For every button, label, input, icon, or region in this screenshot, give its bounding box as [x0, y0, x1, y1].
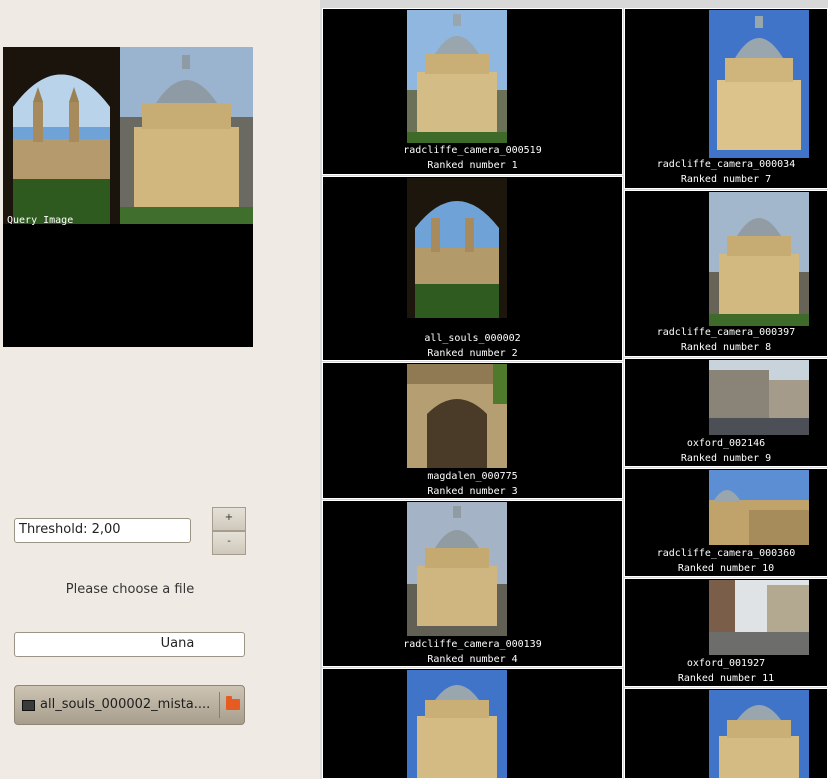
file-icon	[22, 700, 35, 711]
result-name: magdalen_000775	[427, 471, 518, 482]
result-tile[interactable]: all_souls_000002 Ranked number 2	[322, 176, 623, 361]
result-tile[interactable]	[624, 688, 828, 779]
result-rank: Ranked number 11	[677, 673, 775, 684]
result-thumbnail	[407, 178, 507, 318]
choose-file-label: Please choose a file	[65, 582, 195, 597]
result-name: radcliffe_camera_000519	[403, 145, 542, 156]
result-thumbnail	[709, 580, 809, 655]
file-chooser-separator	[219, 692, 220, 718]
result-tile[interactable]: radcliffe_camera_000360 Ranked number 10	[624, 468, 828, 577]
result-tile[interactable]: oxford_002146 Ranked number 9	[624, 358, 828, 467]
folder-open-icon	[226, 696, 240, 710]
decrease-threshold-button[interactable]: -	[212, 531, 246, 555]
result-name: oxford_002146	[686, 438, 766, 449]
result-tile[interactable]: radcliffe_camera_000139 Ranked number 4	[322, 500, 623, 667]
result-tile[interactable]: radcliffe_camera_000519 Ranked number 1	[322, 8, 623, 175]
threshold-field[interactable]: Threshold: 2,00	[14, 518, 191, 543]
result-rank: Ranked number 7	[680, 174, 772, 185]
file-chooser-button[interactable]: all_souls_000002_mista....	[14, 685, 245, 725]
query-image-radcliffe	[120, 47, 253, 224]
result-rank: Ranked number 10	[677, 563, 775, 574]
result-thumbnail	[407, 502, 507, 636]
result-name: all_souls_000002	[424, 333, 521, 344]
query-image-label: Query Image	[7, 215, 74, 226]
result-thumbnail	[709, 192, 809, 326]
name-field[interactable]: Uana	[14, 632, 245, 657]
result-rank: Ranked number 3	[427, 486, 518, 497]
result-tile[interactable]: oxford_001927 Ranked number 11	[624, 578, 828, 687]
result-rank: Ranked number 1	[427, 160, 518, 171]
result-name: radcliffe_camera_000034	[656, 159, 796, 170]
result-tile[interactable]	[322, 668, 623, 779]
result-name: radcliffe_camera_000397	[656, 327, 796, 338]
query-image-panel: Query Image	[3, 47, 253, 347]
result-thumbnail	[407, 10, 507, 143]
result-thumbnail	[709, 690, 809, 778]
result-thumbnail	[407, 670, 507, 778]
result-tile[interactable]: radcliffe_camera_000397 Ranked number 8	[624, 190, 828, 357]
result-thumbnail	[709, 360, 809, 435]
result-rank: Ranked number 4	[427, 654, 518, 665]
result-thumbnail	[709, 470, 809, 545]
result-tile[interactable]: radcliffe_camera_000034 Ranked number 7	[624, 8, 828, 189]
result-name: radcliffe_camera_000139	[403, 639, 542, 650]
result-thumbnail	[709, 10, 809, 158]
result-rank: Ranked number 8	[680, 342, 772, 353]
result-name: radcliffe_camera_000360	[656, 548, 796, 559]
query-image-arch	[3, 47, 120, 224]
result-rank: Ranked number 2	[427, 348, 518, 359]
increase-threshold-button[interactable]: +	[212, 507, 246, 531]
result-name: oxford_001927	[686, 658, 766, 669]
result-thumbnail	[407, 364, 507, 468]
results-grid: radcliffe_camera_000519 Ranked number 1 …	[320, 0, 828, 779]
selected-file-name: all_souls_000002_mista....	[40, 697, 211, 712]
result-rank: Ranked number 9	[680, 453, 772, 464]
result-tile[interactable]: magdalen_000775 Ranked number 3	[322, 362, 623, 499]
